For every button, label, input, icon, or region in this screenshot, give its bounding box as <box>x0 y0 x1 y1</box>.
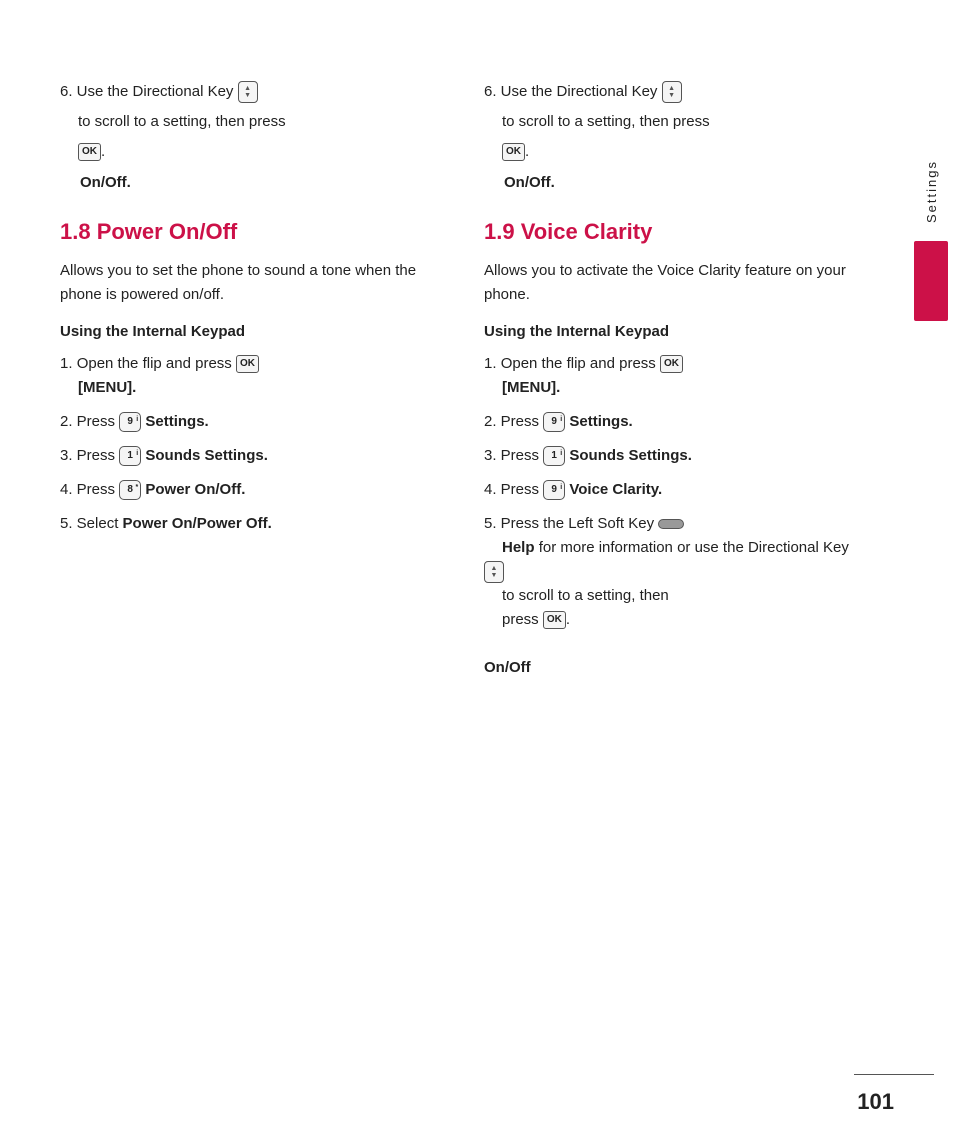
left-intro-step6b: to scroll to a setting, then press <box>78 110 444 134</box>
right-step-3: 3. Press 1i Sounds Settings. <box>484 444 868 468</box>
right-subsection-title: Using the Internal Keypad <box>484 323 868 340</box>
right-step5-help: Help for more information or use the Dir… <box>484 539 849 580</box>
right-step5-text3: for more information or use the Directio… <box>539 539 849 556</box>
left-ok-key: OK <box>78 143 101 161</box>
right-step5-help-bold: Help <box>502 539 535 556</box>
right-step-1: 1. Open the flip and press OK [MENU]. <box>484 352 868 400</box>
divider-line <box>854 1074 934 1076</box>
left-step6-text1: 6. Use the Directional Key <box>60 83 233 100</box>
right-step5-text1: 5. Press the Left Soft Key <box>484 515 658 532</box>
right-intro-ok: OK. <box>502 140 868 164</box>
right-step4-sup: i <box>560 482 562 493</box>
left-intro-ok: OK. <box>78 140 444 164</box>
right-step3-key: 1i <box>543 446 565 466</box>
right-arrow-up-icon: ▲ <box>668 85 675 92</box>
right-directional-key: ▲ ▼ <box>662 81 682 103</box>
left-step-3: 3. Press 1i Sounds Settings. <box>60 444 444 468</box>
right-step6-text1: 6. Use the Directional Key <box>484 83 657 100</box>
left-step3-sup: i <box>136 448 138 459</box>
left-step3-text: Sounds Settings. <box>145 447 268 464</box>
sidebar: Settings <box>908 0 954 1145</box>
left-column: 6. Use the Directional Key ▲ ▼ to scroll… <box>60 80 444 690</box>
left-step4-sup: * <box>135 482 138 493</box>
right-step2-num: 2. Press <box>484 413 543 430</box>
right-step3-num: 3. Press <box>484 447 543 464</box>
left-step-list: 1. Open the flip and press OK [MENU]. 2.… <box>60 352 444 536</box>
right-on-off: On/Off. <box>504 174 868 191</box>
left-step2-text: Settings. <box>145 413 208 430</box>
right-step4-num: 4. Press <box>484 481 543 498</box>
right-step5-arrow-down: ▼ <box>491 572 498 579</box>
left-step1-ok-key: OK <box>236 355 259 373</box>
right-step2-sup: i <box>560 414 562 425</box>
right-section-title: 1.9 Voice Clarity <box>484 219 868 245</box>
left-step4-text: Power On/Off. <box>145 481 245 498</box>
left-step-2: 2. Press 9i Settings. <box>60 410 444 434</box>
right-step6-text2: to scroll to a setting, then press <box>502 113 710 130</box>
sidebar-accent <box>914 241 948 321</box>
left-step2-num: 2. Press <box>60 413 119 430</box>
left-subsection-title: Using the Internal Keypad <box>60 323 444 340</box>
right-intro-step6b: to scroll to a setting, then press <box>502 110 868 134</box>
left-step1-text1: Open the flip and press <box>77 355 236 372</box>
right-step1-num: 1. <box>484 355 501 372</box>
right-section-desc: Allows you to activate the Voice Clarity… <box>484 259 868 307</box>
right-step1-menu: [MENU]. <box>502 379 560 396</box>
right-step-5: 5. Press the Left Soft Key Help for more… <box>484 512 868 680</box>
right-step5-onoff: On/Off <box>484 659 531 676</box>
left-on-off: On/Off. <box>80 174 444 191</box>
arrow-up-icon: ▲ <box>244 85 251 92</box>
left-step5-text: Power On/Power Off. <box>123 515 272 532</box>
left-step-4: 4. Press 8* Power On/Off. <box>60 478 444 502</box>
right-step1-menu-bold: [MENU]. <box>502 379 560 396</box>
left-step5-num: 5. Select <box>60 515 123 532</box>
left-step2-sup: i <box>136 414 138 425</box>
right-step5-ok-key: OK <box>543 611 566 629</box>
left-step2-key: 9i <box>119 412 141 432</box>
left-step4-num: 4. Press <box>60 481 119 498</box>
right-step1-text1: Open the flip and press <box>501 355 660 372</box>
right-ok-key: OK <box>502 143 525 161</box>
right-step5-press: press OK. <box>502 611 570 628</box>
right-column: 6. Use the Directional Key ▲ ▼ to scroll… <box>484 80 868 690</box>
right-intro-step6: 6. Use the Directional Key ▲ ▼ <box>484 80 868 104</box>
right-step3-text: Sounds Settings. <box>569 447 692 464</box>
right-step3-sup: i <box>560 448 562 459</box>
left-step-5: 5. Select Power On/Power Off. <box>60 512 444 536</box>
right-step5-text4: to scroll to a setting, then <box>502 587 669 604</box>
left-step4-key: 8* <box>119 480 141 500</box>
right-step2-text: Settings. <box>569 413 632 430</box>
page-number: 101 <box>857 1089 894 1115</box>
left-section-title: 1.8 Power On/Off <box>60 219 444 245</box>
right-step-4: 4. Press 9i Voice Clarity. <box>484 478 868 502</box>
left-step1-num: 1. <box>60 355 77 372</box>
left-step6-text2: to scroll to a setting, then press <box>78 113 286 130</box>
left-step3-num: 3. Press <box>60 447 119 464</box>
right-arrow-down-icon: ▼ <box>668 92 675 99</box>
right-step5-dir-key: ▲ ▼ <box>484 561 504 583</box>
left-intro: 6. Use the Directional Key ▲ ▼ to scroll… <box>60 80 444 191</box>
right-step5-arrow-up: ▲ <box>491 565 498 572</box>
main-content: 6. Use the Directional Key ▲ ▼ to scroll… <box>0 0 908 1145</box>
right-step4-key: 9i <box>543 480 565 500</box>
sidebar-label: Settings <box>924 160 939 223</box>
left-step1-menu: [MENU]. <box>78 379 136 396</box>
right-step2-key: 9i <box>543 412 565 432</box>
left-section-desc: Allows you to set the phone to sound a t… <box>60 259 444 307</box>
right-step-2: 2. Press 9i Settings. <box>484 410 868 434</box>
left-intro-step6: 6. Use the Directional Key ▲ ▼ <box>60 80 444 104</box>
left-step3-key: 1i <box>119 446 141 466</box>
columns: 6. Use the Directional Key ▲ ▼ to scroll… <box>60 80 868 690</box>
page-container: 6. Use the Directional Key ▲ ▼ to scroll… <box>0 0 954 1145</box>
right-step4-text: Voice Clarity. <box>569 481 662 498</box>
left-step1-menu-bold: [MENU]. <box>78 379 136 396</box>
left-step-1: 1. Open the flip and press OK [MENU]. <box>60 352 444 400</box>
right-step-list: 1. Open the flip and press OK [MENU]. 2.… <box>484 352 868 680</box>
right-step1-ok-key: OK <box>660 355 683 373</box>
left-directional-key: ▲ ▼ <box>238 81 258 103</box>
arrow-down-icon: ▼ <box>244 92 251 99</box>
right-intro: 6. Use the Directional Key ▲ ▼ to scroll… <box>484 80 868 191</box>
right-step5-soft-key <box>658 519 684 529</box>
